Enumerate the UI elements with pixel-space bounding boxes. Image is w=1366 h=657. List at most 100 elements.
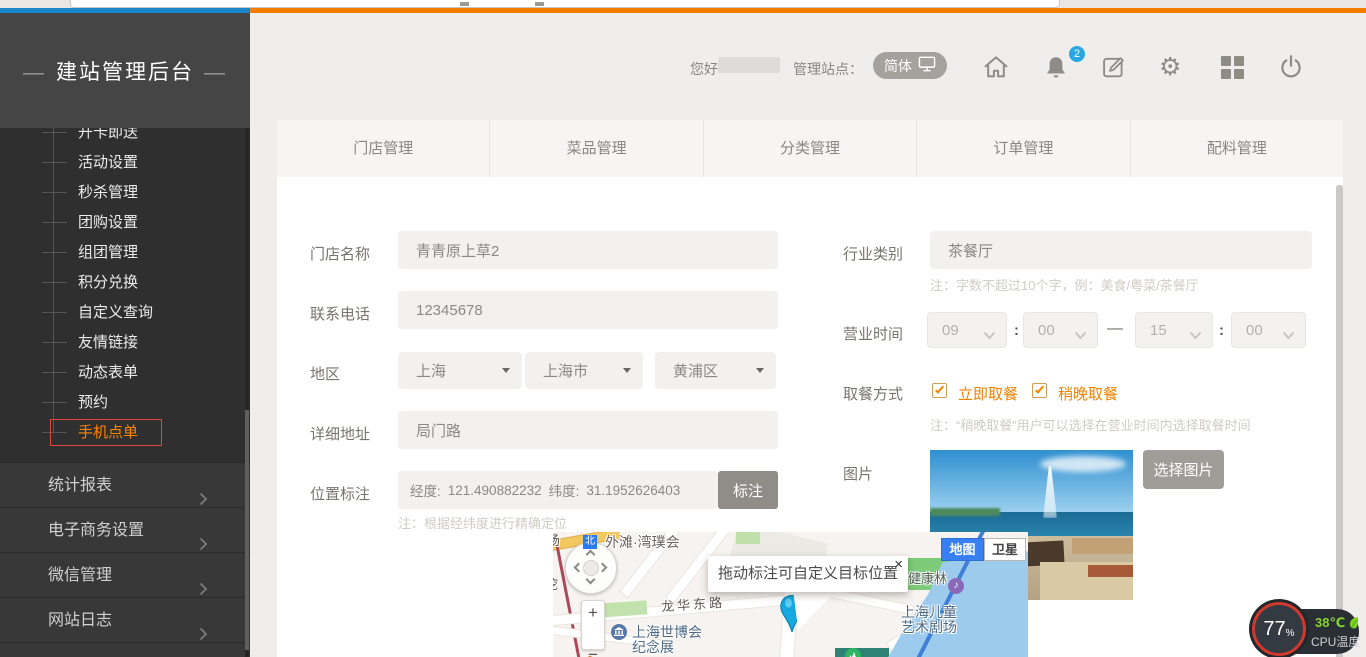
museum-poi-icon[interactable] (611, 624, 627, 640)
username-redacted (718, 57, 780, 73)
music-poi-icon[interactable]: ♪ (948, 578, 964, 594)
zoom-in-button[interactable]: + (582, 601, 604, 625)
chevron-down-icon (1282, 327, 1295, 344)
phone-input[interactable]: 12345678 (398, 291, 778, 329)
address-bar-icon (535, 2, 544, 6)
open-minute-select[interactable]: 00 (1023, 312, 1098, 348)
map-label-health: 健康林 (908, 568, 947, 587)
notification-bell-icon[interactable] (1042, 53, 1070, 81)
sidebar-section-logs[interactable]: 网站日志 (0, 597, 250, 642)
address-input[interactable]: 局门路 (398, 411, 778, 449)
pan-right-icon[interactable] (598, 563, 608, 573)
tabbar: 门店管理 菜品管理 分类管理 订单管理 配料管理 (277, 120, 1343, 177)
sidebar-section-ecommerce[interactable]: 电子商务设置 (0, 507, 250, 552)
panel-scrollbar-thumb[interactable] (1336, 185, 1343, 657)
browser-edge-strip (0, 0, 1366, 8)
select-arrow-icon (623, 368, 631, 373)
hours-label: 营业时间 (843, 323, 903, 344)
settings-gear-icon[interactable]: ⚙ (1159, 53, 1187, 81)
district-select[interactable]: 黄浦区 (655, 352, 776, 389)
lng-value: 121.490882232 (448, 483, 542, 498)
sidebar-item-seckill[interactable]: 秒杀管理 (78, 183, 138, 203)
close-hour-select[interactable]: 15 (1135, 312, 1213, 348)
notification-badge: 2 (1069, 46, 1085, 62)
browser-address-bar[interactable] (70, 0, 1060, 8)
edit-icon[interactable] (1100, 53, 1128, 81)
select-arrow-icon (502, 368, 510, 373)
store-name-label: 门店名称 (310, 243, 370, 264)
province-select[interactable]: 上海 (398, 352, 522, 389)
site-label: 管理站点： (793, 59, 863, 79)
check-icon (935, 384, 944, 393)
tab-order-management[interactable]: 订单管理 (917, 120, 1130, 177)
chevron-down-icon (983, 327, 996, 344)
lat-label: 纬度: (549, 480, 580, 500)
pickup-later-checkbox[interactable] (1032, 383, 1047, 398)
lat-value: 31.1952626403 (586, 483, 680, 498)
region-label: 地区 (310, 363, 340, 384)
compass-knob[interactable] (583, 560, 599, 576)
pan-left-icon[interactable] (574, 563, 584, 573)
sidebar-item-links[interactable]: 友情链接 (78, 333, 138, 353)
tab-ingredient-management[interactable]: 配料管理 (1131, 120, 1343, 177)
mark-location-button[interactable]: 标注 (718, 471, 778, 509)
apps-grid-icon[interactable] (1219, 56, 1247, 84)
map-type-map-button[interactable]: 地图 (941, 538, 984, 561)
location-input[interactable]: 经度: 121.490882232 纬度: 31.1952626403 (398, 471, 718, 509)
cpu-usage-gauge[interactable]: 77 % (1252, 602, 1306, 656)
sidebar-item-activity[interactable]: 活动设置 (78, 153, 138, 173)
app-title: —建站管理后台— (13, 56, 237, 86)
tab-store-management[interactable]: 门店管理 (277, 120, 490, 177)
address-label: 详细地址 (310, 423, 370, 444)
pan-down-icon[interactable] (586, 575, 596, 585)
industry-input[interactable]: 茶餐厅 (930, 231, 1312, 269)
open-hour-select[interactable]: 09 (927, 312, 1007, 348)
pickup-now-checkbox[interactable] (932, 383, 947, 398)
choose-image-button[interactable]: 选择图片 (1143, 450, 1224, 489)
sidebar-item-custom-query[interactable]: 自定义查询 (78, 303, 153, 323)
park-poi-icon[interactable] (845, 648, 861, 657)
pickup-later-label[interactable]: 稍晚取餐 (1058, 383, 1118, 404)
sidebar-scrollbar-thumb[interactable] (245, 410, 249, 650)
map-widget[interactable]: 场 外滩·湾璞会 挖 龙华东路 上海世博会 纪念展 健康林 上海儿童 艺术剧场 … (553, 532, 1028, 657)
lng-label: 经度: (410, 480, 441, 500)
pickup-now-label[interactable]: 立即取餐 (958, 383, 1018, 404)
cpu-percent-sign: % (1286, 628, 1295, 639)
location-label: 位置标注 (310, 483, 370, 504)
map-type-satellite-button[interactable]: 卫星 (984, 538, 1026, 561)
image-label: 图片 (843, 463, 873, 484)
map-park (736, 532, 760, 544)
close-minute-select[interactable]: 00 (1231, 312, 1306, 348)
sidebar-item-points[interactable]: 积分兑换 (78, 273, 138, 293)
city-select[interactable]: 上海市 (525, 352, 643, 389)
close-icon[interactable]: × (894, 547, 903, 583)
cpu-percent-value: 77 (1263, 618, 1285, 641)
photo-roof-red (1088, 565, 1133, 577)
tab-category-management[interactable]: 分类管理 (704, 120, 917, 177)
map-infowindow-tail (793, 590, 837, 630)
pan-up-icon[interactable] (586, 550, 596, 560)
home-icon[interactable] (982, 53, 1010, 81)
power-icon[interactable] (1277, 53, 1305, 81)
sidebar-section-stats[interactable]: 统计报表 (0, 462, 250, 507)
sidebar-item-group[interactable]: 组团管理 (78, 243, 138, 263)
sidebar-item-forms[interactable]: 动态表单 (78, 363, 138, 383)
chevron-down-icon (1189, 327, 1202, 344)
sidebar-item-groupbuy[interactable]: 团购设置 (78, 213, 138, 233)
map-label-partial: 场 (553, 532, 560, 549)
hours-range-dash: — (1107, 320, 1123, 338)
tab-dish-management[interactable]: 菜品管理 (490, 120, 703, 177)
sidebar-item-booking[interactable]: 预约 (78, 393, 108, 413)
pickup-note: 注：“稍晚取餐”用户可以选择在营业时间内选择取餐时间 (930, 415, 1251, 434)
sidebar-section-wechat[interactable]: 微信管理 (0, 552, 250, 597)
sidebar-header: —建站管理后台— (0, 13, 250, 128)
store-name-input[interactable]: 青青原上草2 (398, 231, 778, 269)
zoom-out-button[interactable]: − (582, 643, 604, 657)
map-park-dark (835, 648, 889, 657)
lang-label: 简体 (884, 56, 912, 76)
sidebar-item-mobile-order[interactable]: 手机点单 (78, 423, 138, 443)
map-compass-control[interactable] (565, 542, 617, 594)
address-bar-icon (460, 2, 469, 6)
cpu-temperature-value: 38℃ (1315, 615, 1359, 631)
language-site-pill[interactable]: 简体 (873, 52, 947, 79)
